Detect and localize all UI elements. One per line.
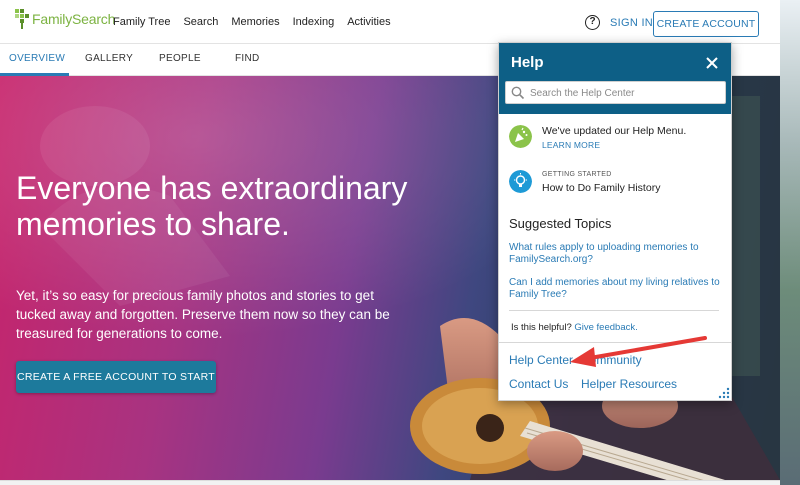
topic-link-living-relatives[interactable]: Can I add memories about my living relat… [509, 277, 721, 301]
help-panel-title: Help [511, 54, 544, 71]
helper-resources-link[interactable]: Helper Resources [581, 377, 677, 391]
tab-people[interactable]: PEOPLE [159, 53, 201, 64]
getting-started-link[interactable]: How to Do Family History [542, 182, 660, 194]
getting-started-item[interactable]: GETTING STARTED How to Do Family History [509, 170, 724, 200]
help-search-input[interactable] [530, 85, 720, 101]
getting-started-eyebrow: GETTING STARTED [542, 171, 612, 178]
nav-memories[interactable]: Memories [231, 16, 279, 28]
help-search-box[interactable] [505, 81, 726, 104]
nav-indexing[interactable]: Indexing [293, 16, 335, 28]
nav-family-tree[interactable]: Family Tree [113, 16, 170, 28]
topic-link-uploading-memories[interactable]: What rules apply to uploading memories t… [509, 242, 721, 266]
familysearch-logo[interactable]: FamilySearch [14, 8, 115, 30]
contact-us-link[interactable]: Contact Us [509, 377, 568, 391]
suggested-topics-heading: Suggested Topics [509, 216, 612, 231]
nav-search[interactable]: Search [183, 16, 218, 28]
top-navigation-bar: FamilySearch Family Tree Search Memories… [0, 0, 780, 44]
main-nav: Family Tree Search Memories Indexing Act… [113, 16, 404, 28]
hero-title: Everyone has extraordinary memories to s… [16, 170, 408, 242]
nav-activities[interactable]: Activities [347, 16, 390, 28]
family-tree-logo-icon [15, 9, 29, 29]
divider [509, 310, 719, 311]
create-account-button[interactable]: CREATE ACCOUNT [653, 11, 759, 37]
learn-more-link[interactable]: LEARN MORE [542, 140, 600, 150]
help-menu-update-notice: We've updated our Help Menu. LEARN MORE [509, 125, 724, 155]
hero-subtitle: Yet, it’s so easy for precious family ph… [16, 288, 390, 341]
annotation-arrow-icon [570, 336, 707, 367]
background-window-edge [780, 0, 800, 485]
page-bottom-edge [0, 480, 780, 485]
close-icon[interactable] [704, 55, 720, 71]
resize-grip-icon[interactable] [718, 387, 730, 399]
notice-text: We've updated our Help Menu. [542, 125, 687, 137]
logo-text: FamilySearch [32, 11, 116, 27]
party-popper-icon [509, 125, 532, 148]
tab-overview[interactable]: OVERVIEW [9, 53, 65, 64]
tab-find[interactable]: FIND [235, 53, 260, 64]
sign-in-link[interactable]: SIGN IN [610, 17, 653, 29]
tab-gallery[interactable]: GALLERY [85, 53, 133, 64]
lightbulb-icon [509, 170, 532, 193]
search-icon [511, 86, 525, 100]
create-free-account-button[interactable]: CREATE A FREE ACCOUNT TO START [16, 361, 216, 393]
help-question-icon[interactable]: ? [585, 15, 600, 30]
help-panel-header: Help [499, 43, 731, 114]
